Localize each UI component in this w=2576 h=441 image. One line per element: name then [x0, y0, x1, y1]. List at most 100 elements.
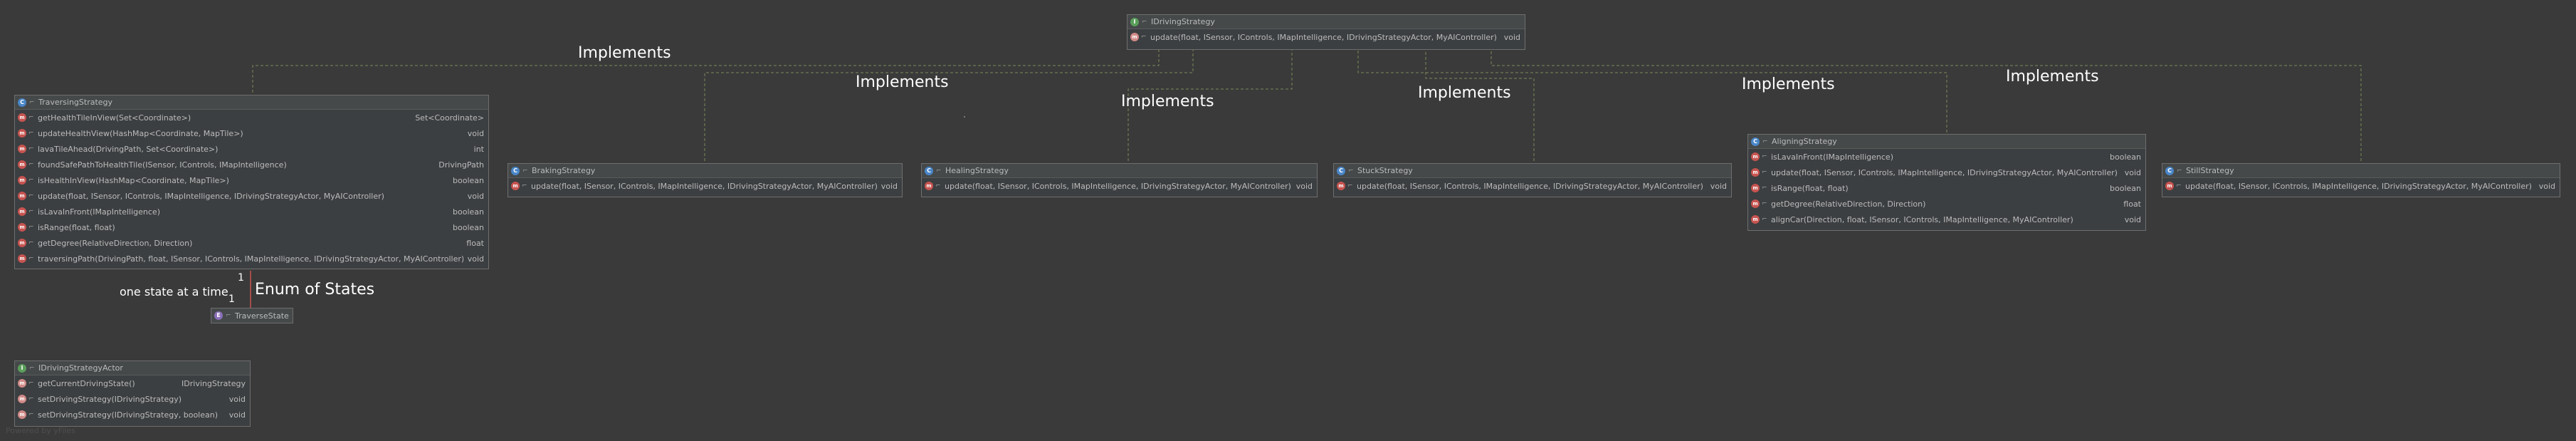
multiplicity-bottom: 1	[228, 294, 235, 305]
method-icon: m	[18, 223, 26, 232]
visibility-icon: ⌐	[28, 239, 34, 247]
visibility-icon: ⌐	[226, 312, 231, 319]
visibility-icon: ⌐	[522, 167, 528, 175]
class-icon: C	[1337, 166, 1345, 175]
method-icon: m	[1751, 152, 1760, 161]
node-traverse-state[interactable]: E ⌐ TraverseState	[211, 308, 293, 323]
method-row: m ⌐ setDrivingStrategy(IDrivingStrategy) vo…	[15, 391, 250, 407]
visibility-icon: ⌐	[28, 130, 34, 137]
method-return: boolean	[453, 207, 484, 217]
method-signature: lavaTileAhead(DrivingPath, Set<Coordinat…	[38, 144, 219, 154]
method-signature: update(float, ISensor, IControls, IMapIn…	[945, 181, 1291, 191]
method-row: m ⌐ update(float, ISensor, IControls, IM…	[1127, 29, 1525, 45]
association-label: one state at a time	[120, 285, 228, 299]
method-return: IDrivingStrategy	[182, 378, 246, 388]
method-row: m ⌐ isLavaInFront(IMapIntelligence) boolean	[1748, 149, 2145, 165]
node-header: E ⌐ TraverseState	[211, 308, 293, 323]
method-return: void	[467, 128, 484, 138]
method-return: void	[880, 181, 898, 191]
visibility-icon: ⌐	[28, 114, 34, 121]
interface-icon: I	[18, 363, 26, 373]
node-traversing-strategy[interactable]: C ⌐ TraversingStrategy m ⌐ getHealthTileIn…	[14, 95, 489, 269]
visibility-icon: ⌐	[28, 411, 34, 418]
method-return: float	[2123, 199, 2141, 209]
diagram-canvas: I ⌐ IDrivingStrategy m ⌐ update(float, I…	[0, 0, 2576, 441]
node-header: I ⌐ IDrivingStrategy	[1127, 15, 1525, 29]
method-return: void	[467, 191, 484, 201]
method-row: m ⌐ lavaTileAhead(DrivingPath, Set<Coordin…	[15, 141, 488, 157]
method-icon: m	[18, 145, 26, 153]
node-title: HealingStrategy	[945, 166, 1009, 175]
method-signature: traversingPath(DrivingPath, float, ISens…	[38, 254, 463, 264]
method-list: m ⌐ getCurrentDrivingState() IDrivingStrate…	[15, 375, 250, 422]
method-icon: m	[18, 113, 26, 122]
method-signature: isRange(float, float)	[38, 222, 115, 232]
method-row: m ⌐ alignCar(Direction, float, ISensor, IC…	[1748, 212, 2145, 227]
visibility-icon: ⌐	[1762, 185, 1767, 192]
method-return: float	[466, 238, 484, 248]
method-signature: update(float, ISensor, IControls, IMapIn…	[38, 191, 384, 201]
class-icon: C	[18, 98, 26, 107]
visibility-icon: ⌐	[28, 192, 34, 199]
abstract-method-icon: m	[1130, 33, 1139, 41]
method-signature: updateHealthView(HashMap<Coordinate, Map…	[38, 128, 243, 138]
node-still-strategy[interactable]: C ⌐ StillStrategy m ⌐ update(float, ISen…	[2162, 163, 2560, 197]
method-signature: update(float, ISensor, IControls, IMapIn…	[531, 181, 877, 191]
method-icon: m	[18, 207, 26, 216]
method-row: m ⌐ update(float, ISensor, IControls, IMap…	[1748, 165, 2145, 180]
method-icon: m	[1751, 168, 1760, 177]
node-idriving-strategy-actor[interactable]: I ⌐ IDrivingStrategyActor m ⌐ getCurrentDr…	[14, 360, 251, 427]
visibility-icon: ⌐	[522, 182, 527, 190]
visibility-icon: ⌐	[1141, 33, 1147, 41]
node-idriving-strategy[interactable]: I ⌐ IDrivingStrategy m ⌐ update(float, I…	[1127, 14, 1525, 50]
method-signature: setDrivingStrategy(IDrivingStrategy, boo…	[38, 410, 219, 420]
class-icon: C	[511, 166, 520, 175]
node-header: C ⌐ StillStrategy	[2162, 164, 2560, 178]
implements-label-4: Implements	[1418, 84, 1511, 102]
node-braking-strategy[interactable]: C ⌐ BrakingStrategy m ⌐ update(float, IS…	[508, 163, 903, 197]
visibility-icon: ⌐	[2176, 182, 2182, 190]
method-icon: m	[511, 182, 520, 190]
node-header: C ⌐ BrakingStrategy	[508, 164, 902, 178]
node-aligning-strategy[interactable]: C ⌐ AligningStrategy m ⌐ isLavaInFront(IMa…	[1747, 134, 2146, 231]
implements-label-3: Implements	[1121, 93, 1214, 110]
visibility-icon: ⌐	[28, 395, 34, 403]
method-row: m ⌐ isHealthInView(HashMap<Coordinate, Map…	[15, 172, 488, 188]
method-return: boolean	[2110, 152, 2141, 162]
node-stuck-strategy[interactable]: C ⌐ StuckStrategy m ⌐ update(float, ISen…	[1333, 163, 1732, 197]
method-row: m ⌐ getDegree(RelativeDirection, Direction…	[15, 235, 488, 251]
node-title: StillStrategy	[2186, 166, 2234, 175]
method-row: m ⌐ getHealthTileInView(Set<Coordinate>) Se…	[15, 110, 488, 125]
method-return: void	[1503, 32, 1520, 42]
method-row: m ⌐ updateHealthView(HashMap<Coordinate, M…	[15, 125, 488, 141]
method-icon: m	[1337, 182, 1345, 190]
method-list: m ⌐ isLavaInFront(IMapIntelligence) boolean…	[1748, 149, 2145, 227]
method-return: void	[1710, 181, 1727, 191]
method-row: m ⌐ update(float, ISensor, IControls, IM…	[508, 178, 902, 194]
method-icon: m	[1751, 184, 1760, 192]
class-icon: C	[2165, 166, 2174, 175]
class-icon: C	[925, 166, 933, 175]
multiplicity-top: 1	[238, 272, 244, 284]
method-row: m ⌐ update(float, ISensor, IControls, IM…	[2162, 178, 2560, 194]
interface-icon: I	[1130, 17, 1139, 26]
node-healing-strategy[interactable]: C ⌐ HealingStrategy m ⌐ update(float, IS…	[921, 163, 1318, 197]
visibility-icon: ⌐	[1348, 167, 1354, 175]
visibility-icon: ⌐	[28, 208, 34, 215]
method-icon: m	[18, 239, 26, 247]
class-icon: C	[1751, 137, 1760, 146]
watermark: Powered by yFiles	[6, 426, 75, 435]
method-signature: isLavaInFront(IMapIntelligence)	[38, 207, 160, 217]
method-signature: isRange(float, float)	[1771, 183, 1849, 193]
visibility-icon: ⌐	[936, 167, 942, 175]
method-signature: foundSafePathToHealthTile(ISensor, ICont…	[38, 160, 287, 170]
node-title: BrakingStrategy	[532, 166, 596, 175]
method-row: m ⌐ update(float, ISensor, IControls, IM…	[1334, 178, 1731, 194]
method-signature: isLavaInFront(IMapIntelligence)	[1771, 152, 1893, 162]
visibility-icon: ⌐	[1762, 169, 1767, 176]
abstract-method-icon: m	[18, 395, 26, 403]
method-row: m ⌐ isLavaInFront(IMapIntelligence) boolean	[15, 204, 488, 219]
method-signature: isHealthInView(HashMap<Coordinate, MapTi…	[38, 175, 229, 185]
method-icon: m	[925, 182, 933, 190]
method-return: void	[228, 394, 246, 404]
